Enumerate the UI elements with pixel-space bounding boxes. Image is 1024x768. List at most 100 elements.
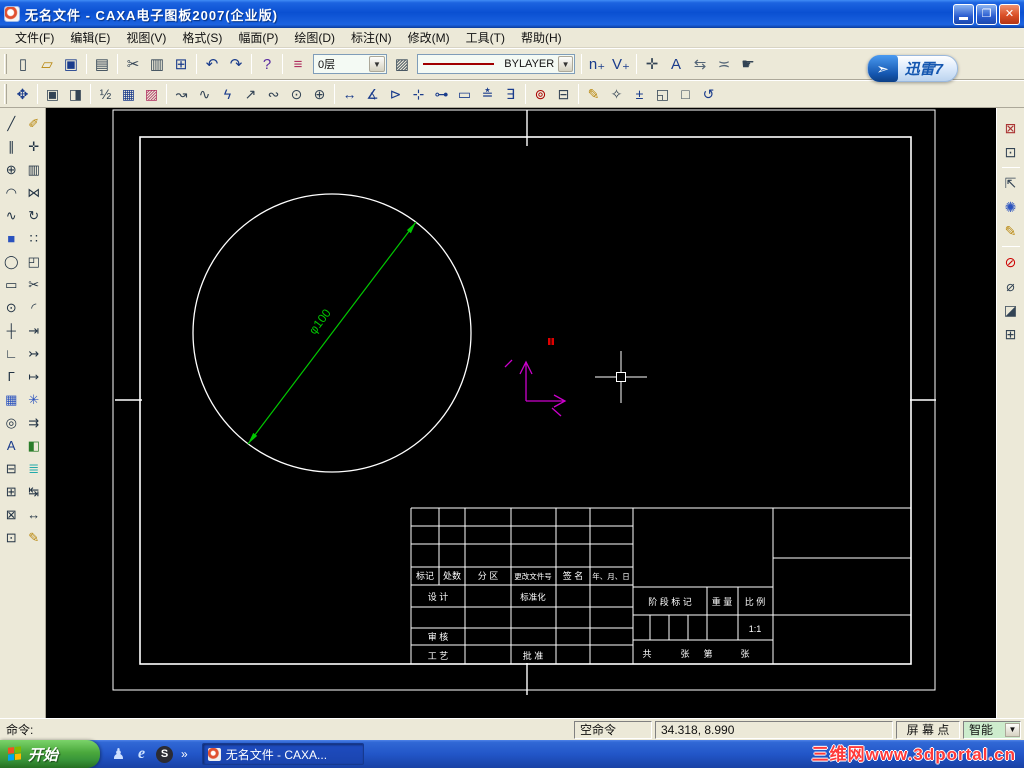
- contour-line-icon[interactable]: ∟: [1, 342, 22, 365]
- dim-frame-icon[interactable]: ▭: [453, 83, 476, 105]
- table-text-icon[interactable]: ▦: [117, 83, 140, 105]
- hatch-icon[interactable]: ▦: [1, 388, 22, 411]
- menu-item-7[interactable]: 修改(M): [401, 27, 457, 48]
- toolbar-grip[interactable]: [4, 54, 7, 74]
- dim-adjust-icon[interactable]: ↹: [23, 480, 44, 503]
- polyline-icon[interactable]: Γ: [1, 365, 22, 388]
- edit-pencil-icon[interactable]: ✎: [582, 83, 605, 105]
- menu-item-1[interactable]: 编辑(E): [63, 27, 117, 48]
- text-tool-icon[interactable]: A: [1, 434, 22, 457]
- undo-icon[interactable]: ↶: [200, 52, 224, 76]
- wave-tool-icon[interactable]: ∿: [193, 83, 216, 105]
- explode-icon[interactable]: ✳: [23, 388, 44, 411]
- block-insert-icon[interactable]: ◧: [23, 434, 44, 457]
- menu-item-8[interactable]: 工具(T): [459, 27, 512, 48]
- drawing-area[interactable]: φ100 标记 处数 分 区 更改文件号 签 名 年、月、日 设 计 标准化 审…: [46, 108, 996, 718]
- palette-icon[interactable]: ▨: [140, 83, 163, 105]
- text-edit-icon[interactable]: ⊠: [1, 503, 22, 526]
- frame-text-icon[interactable]: ◨: [64, 83, 87, 105]
- edit-sheet-icon[interactable]: ✎: [1000, 219, 1022, 243]
- point-tool-icon[interactable]: ↝: [170, 83, 193, 105]
- new-file-icon[interactable]: ▯: [11, 52, 35, 76]
- view-previous-icon[interactable]: ↺: [697, 83, 720, 105]
- ellipse-icon[interactable]: ◯: [1, 250, 22, 273]
- shift-icon[interactable]: ⇉: [23, 411, 44, 434]
- stretch-icon[interactable]: ↦: [23, 365, 44, 388]
- pick-filter-icon[interactable]: ✛: [640, 52, 664, 76]
- local-detail-icon[interactable]: ◎: [1, 411, 22, 434]
- help-icon[interactable]: ?: [255, 52, 279, 76]
- cut-icon[interactable]: ✂: [121, 52, 145, 76]
- dim-leader-icon[interactable]: ⊳: [384, 83, 407, 105]
- snap-vertex-icon[interactable]: V₊: [609, 52, 633, 76]
- extend-icon[interactable]: ⇥: [23, 319, 44, 342]
- snap-nearest-icon[interactable]: n₊: [585, 52, 609, 76]
- page-pick-icon[interactable]: ☛: [736, 52, 760, 76]
- close-button[interactable]: ✕: [999, 3, 1020, 25]
- menu-item-9[interactable]: 帮助(H): [514, 27, 569, 48]
- dim-datum-icon[interactable]: ⊹: [407, 83, 430, 105]
- xunlei-widget[interactable]: ➣ 迅雷7: [866, 55, 958, 82]
- linestyle-combo-arrow[interactable]: ▼: [558, 56, 573, 72]
- query-measure-icon[interactable]: ⊟: [552, 83, 575, 105]
- zoom-window-icon[interactable]: ◱: [651, 83, 674, 105]
- dim-angle-icon[interactable]: ∡: [361, 83, 384, 105]
- array-icon[interactable]: ∷: [23, 227, 44, 250]
- quick-dim-icon[interactable]: ⊡: [1, 526, 22, 549]
- snap-mode-combo[interactable]: 智能 ▼: [963, 720, 1021, 739]
- property-brush-icon[interactable]: ✎: [23, 526, 44, 549]
- text-style-icon[interactable]: A: [664, 52, 688, 76]
- copy-object-icon[interactable]: ▥: [23, 158, 44, 181]
- section-fill-icon[interactable]: ◪: [1000, 298, 1022, 322]
- block-op-icon[interactable]: ⊟: [1, 457, 22, 480]
- messenger-icon[interactable]: ♟: [110, 746, 127, 763]
- layer-combo[interactable]: 0层 ▼: [313, 54, 387, 74]
- browser-icon[interactable]: S: [156, 745, 173, 763]
- paper-ops-icon[interactable]: ⊠: [1000, 116, 1022, 140]
- diameter-dimension[interactable]: φ100: [247, 221, 417, 445]
- restore-button[interactable]: ❐: [976, 3, 997, 25]
- snap-dropdown-arrow[interactable]: ▼: [1005, 722, 1020, 737]
- view-hide-icon[interactable]: ⌀: [1000, 274, 1022, 298]
- solid-fill-icon[interactable]: ■: [1, 227, 22, 250]
- layer-manager-icon[interactable]: ≡: [286, 52, 310, 76]
- center-pick-icon[interactable]: ⊕: [308, 83, 331, 105]
- menu-item-0[interactable]: 文件(F): [8, 27, 61, 48]
- circle-pick-icon[interactable]: ⊙: [285, 83, 308, 105]
- line-icon[interactable]: ╱: [1, 112, 22, 135]
- caxa-task-button[interactable]: 无名文件 - CAXA...: [201, 743, 364, 765]
- move-icon[interactable]: ✛: [23, 135, 44, 158]
- eraser-icon[interactable]: ✐: [23, 112, 44, 135]
- dim-half-icon[interactable]: ½: [94, 83, 117, 105]
- arc-icon[interactable]: ◠: [1, 181, 22, 204]
- start-button[interactable]: 开始: [0, 740, 100, 768]
- toolbar-grip[interactable]: [4, 84, 7, 104]
- redo-icon[interactable]: ↷: [224, 52, 248, 76]
- drawing-canvas[interactable]: φ100 标记 处数 分 区 更改文件号 签 名 年、月、日 设 计 标准化 审…: [46, 108, 996, 718]
- edit-wand-icon[interactable]: ✧: [605, 83, 628, 105]
- query-zoom-icon[interactable]: ⊚: [529, 83, 552, 105]
- open-file-icon[interactable]: ▱: [35, 52, 59, 76]
- parallel-line-icon[interactable]: ∥: [1, 135, 22, 158]
- solid-3d-icon[interactable]: ⊡: [1000, 140, 1022, 164]
- dim-arrow-icon[interactable]: ↔: [23, 503, 44, 526]
- minimize-button[interactable]: [953, 3, 974, 25]
- match-props-icon[interactable]: ≍: [712, 52, 736, 76]
- dim-tool-icon[interactable]: ⊞: [1, 480, 22, 503]
- dim-linear-icon[interactable]: ↔: [338, 83, 361, 105]
- rectangle-icon[interactable]: ▭: [1, 273, 22, 296]
- menu-item-2[interactable]: 视图(V): [119, 27, 173, 48]
- pointer-tool-icon[interactable]: ↗: [239, 83, 262, 105]
- paste-icon[interactable]: ⊞: [169, 52, 193, 76]
- point-icon[interactable]: ⊙: [1, 296, 22, 319]
- linestyle-combo[interactable]: BYLAYER ▼: [417, 54, 575, 74]
- circle-icon[interactable]: ⊕: [1, 158, 22, 181]
- layer-order-icon[interactable]: ≣: [23, 457, 44, 480]
- new-view-icon[interactable]: ⊞: [1000, 322, 1022, 346]
- stack-icon[interactable]: ◰: [23, 250, 44, 273]
- rotate-icon[interactable]: ↻: [23, 204, 44, 227]
- paste-block-icon[interactable]: ⇱: [1000, 171, 1022, 195]
- swap-pick-icon[interactable]: ⇆: [688, 52, 712, 76]
- lightning-tool-icon[interactable]: ϟ: [216, 83, 239, 105]
- save-file-icon[interactable]: ▣: [59, 52, 83, 76]
